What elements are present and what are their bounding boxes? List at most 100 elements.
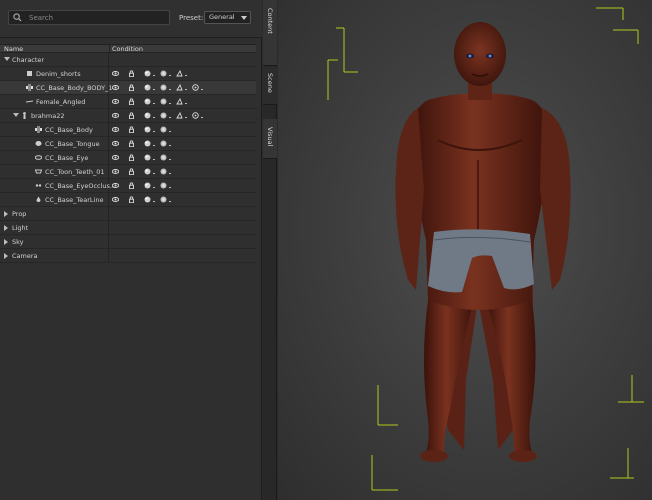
condition-dropdown-dot <box>169 145 171 146</box>
tab-scene[interactable]: Scene <box>263 67 277 105</box>
wire-sphere-icon[interactable] <box>160 196 167 203</box>
shading-sphere-icon[interactable] <box>144 84 151 91</box>
condition-dropdown-dot <box>153 159 155 160</box>
tree-row[interactable]: CC_Base_EyeOcclus... <box>0 179 256 193</box>
chevron-right-icon[interactable] <box>4 225 8 231</box>
wire-sphere-icon[interactable] <box>160 168 167 175</box>
tree-row[interactable]: CC_Base_Body <box>0 123 256 137</box>
lock-icon[interactable] <box>128 182 135 189</box>
shading-sphere-icon[interactable] <box>144 196 151 203</box>
visibility-eye-icon[interactable] <box>112 182 119 189</box>
wire-sphere-icon[interactable] <box>160 98 167 105</box>
condition-dropdown-dot <box>169 89 171 90</box>
tree-row[interactable]: Prop <box>0 207 256 221</box>
wire-sphere-icon[interactable] <box>160 84 167 91</box>
wire-sphere-icon[interactable] <box>160 154 167 161</box>
shadow-icon[interactable] <box>176 98 183 105</box>
tree-row[interactable]: Camera <box>0 249 256 263</box>
tree-row[interactable]: CC_Base_Body_BODY_1 <box>0 81 256 95</box>
tree-row-condition-cell <box>110 207 256 221</box>
target-icon[interactable] <box>192 112 199 119</box>
tongue-icon <box>35 141 42 146</box>
shadow-icon[interactable] <box>176 112 183 119</box>
wire-sphere-icon[interactable] <box>160 70 167 77</box>
visibility-eye-icon[interactable] <box>112 168 119 175</box>
body-mesh-icon <box>35 126 42 133</box>
chevron-right-icon[interactable] <box>4 211 8 217</box>
visibility-eye-icon[interactable] <box>112 140 119 147</box>
condition-dropdown-dot <box>169 75 171 76</box>
shading-sphere-icon[interactable] <box>144 168 151 175</box>
tree-row[interactable]: brahma22 <box>0 109 256 123</box>
lock-icon[interactable] <box>128 98 135 105</box>
lock-icon[interactable] <box>128 140 135 147</box>
lock-icon[interactable] <box>128 168 135 175</box>
lock-icon[interactable] <box>128 112 135 119</box>
lock-icon[interactable] <box>128 126 135 133</box>
tree-row-name-cell: Camera <box>0 249 109 263</box>
lock-icon[interactable] <box>128 84 135 91</box>
shadow-icon[interactable] <box>176 84 183 91</box>
tree-row[interactable]: Sky <box>0 235 256 249</box>
search-box[interactable] <box>8 10 170 25</box>
preset-label: Preset: <box>179 14 204 22</box>
tree-row-condition-cell <box>110 193 256 207</box>
visibility-eye-icon[interactable] <box>112 84 119 91</box>
tree-row[interactable]: Light <box>0 221 256 235</box>
lock-icon[interactable] <box>128 196 135 203</box>
tree-row-name-cell: Sky <box>0 235 109 249</box>
tree-row[interactable]: CC_Base_Eye <box>0 151 256 165</box>
condition-dropdown-dot <box>153 173 155 174</box>
tree-row[interactable]: CC_Base_TearLine <box>0 193 256 207</box>
tab-visual[interactable]: Visual <box>263 119 277 159</box>
tree-row-condition-cell <box>110 67 256 81</box>
chevron-down-icon[interactable] <box>13 113 19 117</box>
tree-row[interactable]: CC_Base_Tongue <box>0 137 256 151</box>
tree-row-name-cell: Character <box>0 53 109 67</box>
wire-sphere-icon[interactable] <box>160 140 167 147</box>
chevron-right-icon[interactable] <box>4 239 8 245</box>
tree-row[interactable]: Denim_shorts <box>0 67 256 81</box>
tree-row-condition-cell <box>110 165 256 179</box>
shading-sphere-icon[interactable] <box>144 154 151 161</box>
tree-row-name-cell: CC_Base_Body_BODY_1 <box>0 81 113 95</box>
cloth-icon <box>27 71 32 76</box>
shading-sphere-icon[interactable] <box>144 112 151 119</box>
lock-icon[interactable] <box>128 70 135 77</box>
shading-sphere-icon[interactable] <box>144 182 151 189</box>
visibility-eye-icon[interactable] <box>112 70 119 77</box>
visibility-eye-icon[interactable] <box>112 98 119 105</box>
condition-dropdown-dot <box>169 159 171 160</box>
shading-sphere-icon[interactable] <box>144 98 151 105</box>
wire-sphere-icon[interactable] <box>160 112 167 119</box>
scene-tree: Name Condition Character Denim_shorts CC_B… <box>0 44 256 263</box>
visibility-eye-icon[interactable] <box>112 154 119 161</box>
tree-row-name-cell: CC_Base_Body <box>0 123 109 137</box>
3d-viewport[interactable] <box>278 0 652 500</box>
visibility-eye-icon[interactable] <box>112 126 119 133</box>
shading-sphere-icon[interactable] <box>144 140 151 147</box>
wire-sphere-icon[interactable] <box>160 182 167 189</box>
search-input[interactable] <box>29 12 167 24</box>
column-condition[interactable]: Condition <box>112 45 143 53</box>
column-name[interactable]: Name <box>4 45 23 53</box>
tab-content[interactable]: Content <box>263 0 277 66</box>
visibility-eye-icon[interactable] <box>112 196 119 203</box>
scene-panel: Preset: General Name Condition Character… <box>0 0 262 500</box>
lock-icon[interactable] <box>128 154 135 161</box>
shading-sphere-icon[interactable] <box>144 70 151 77</box>
shading-sphere-icon[interactable] <box>144 126 151 133</box>
tree-row-label: CC_Base_Eye <box>45 154 89 162</box>
tree-row[interactable]: CC_Toon_Teeth_01 <box>0 165 256 179</box>
chevron-right-icon[interactable] <box>4 253 8 259</box>
shadow-icon[interactable] <box>176 70 183 77</box>
target-icon[interactable] <box>192 84 199 91</box>
tree-rows: Character Denim_shorts CC_Base_Body_BODY_1… <box>0 53 256 263</box>
chevron-down-icon[interactable] <box>4 57 10 61</box>
condition-dropdown-dot <box>185 89 187 90</box>
visibility-eye-icon[interactable] <box>112 112 119 119</box>
tree-row[interactable]: Female_Angled <box>0 95 256 109</box>
wire-sphere-icon[interactable] <box>160 126 167 133</box>
tree-row[interactable]: Character <box>0 53 256 67</box>
preset-dropdown[interactable]: General <box>204 11 251 24</box>
